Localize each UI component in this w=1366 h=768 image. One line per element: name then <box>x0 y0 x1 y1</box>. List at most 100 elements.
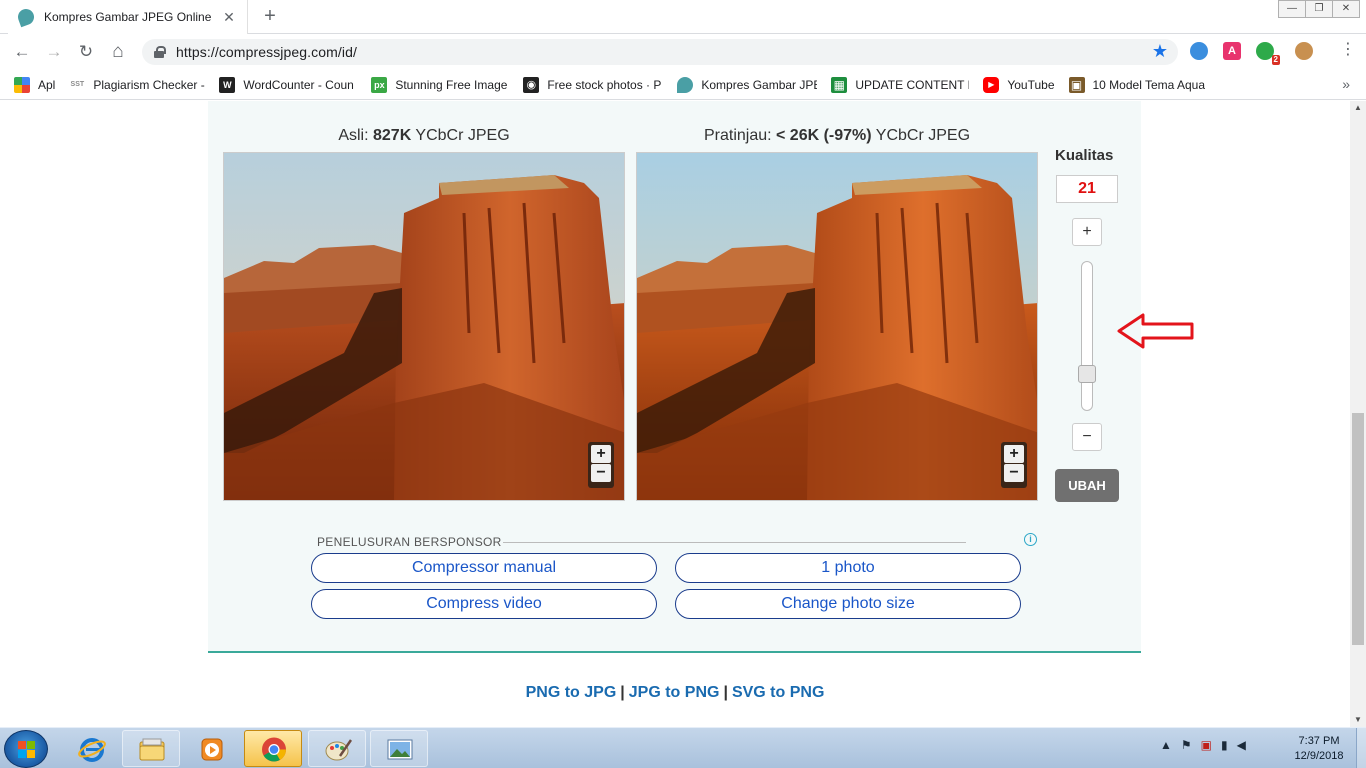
quality-slider-track[interactable] <box>1081 261 1093 411</box>
show-hidden-icons-icon[interactable]: ▲ <box>1160 738 1172 752</box>
camera-icon: ◉ <box>523 76 540 93</box>
clock-date: 12/9/2018 <box>1294 750 1344 762</box>
windows-taskbar: ▲ ⚑ ▣ ▮ ◀ 7:37 PM 12/9/2018 <box>0 727 1366 768</box>
original-image[interactable]: + − <box>223 152 625 501</box>
original-zoom-in-button[interactable]: + <box>591 445 611 463</box>
profile-avatar-icon[interactable] <box>1295 42 1313 60</box>
internet-explorer-icon <box>78 738 106 762</box>
conversion-links: PNG to JPG | JPG to PNG | SVG to PNG <box>525 684 825 701</box>
window-controls: — ❐ ✕ <box>1278 0 1360 18</box>
aquascape-icon: ▣ <box>1068 76 1085 93</box>
ad-1-photo-button[interactable]: 1 photo <box>675 553 1021 583</box>
network-signal-icon[interactable]: ▮ <box>1221 738 1228 752</box>
tab-title: Kompres Gambar JPEG Online <box>44 10 212 24</box>
preview-zoom-in-button[interactable]: + <box>1004 445 1024 463</box>
menu-dots-icon[interactable]: ⋮ <box>1340 42 1356 58</box>
restore-button[interactable]: ❐ <box>1305 0 1333 18</box>
quality-increase-button[interactable]: + <box>1072 218 1102 246</box>
windows-logo-icon <box>18 741 36 759</box>
quality-label: Kualitas <box>1055 147 1114 164</box>
file-explorer-icon <box>139 738 165 761</box>
scroll-thumb[interactable] <box>1352 413 1364 645</box>
back-button[interactable]: ← <box>10 40 34 64</box>
taskbar-file-explorer[interactable] <box>122 730 180 767</box>
apply-quality-button[interactable]: UBAH <box>1055 469 1119 502</box>
sst-icon: SST <box>70 80 85 88</box>
preview-image[interactable]: + − <box>636 152 1038 501</box>
svg-to-png-link[interactable]: SVG to PNG <box>732 684 824 701</box>
sponsored-search-label: PENELUSURAN BERSPONSOR <box>317 535 502 549</box>
bookmarks-overflow-icon[interactable]: » <box>1342 76 1350 92</box>
bookmark-kompres-gambar[interactable]: Kompres Gambar JPE <box>677 76 817 93</box>
tab-kompres-gambar[interactable]: Kompres Gambar JPEG Online ✕ <box>8 0 248 34</box>
start-button[interactable] <box>4 730 48 768</box>
pixabay-icon: px <box>371 76 388 93</box>
leaf-icon <box>15 6 37 28</box>
forward-button[interactable]: → <box>42 40 66 64</box>
clock-time: 7:37 PM <box>1298 735 1340 747</box>
compressor-panel: Asli: 827K YCbCr JPEG + − Pratinjau: < 2… <box>208 101 1141 653</box>
url-text[interactable]: https://compressjpeg.com/id/ <box>176 44 357 60</box>
taskbar-paint[interactable] <box>308 730 366 767</box>
preview-zoom-out-button[interactable]: − <box>1004 464 1024 482</box>
youtube-icon: ▶ <box>983 76 1000 93</box>
star-bookmark-icon[interactable]: ★ <box>1152 41 1168 62</box>
bookmark-youtube[interactable]: ▶ YouTube <box>983 76 1055 93</box>
bookmark-wordcounter[interactable]: W WordCounter - Coun <box>219 76 357 93</box>
bookmark-plagiarism-checker[interactable]: SST Plagiarism Checker - <box>69 77 205 93</box>
scroll-up-icon[interactable]: ▲ <box>1350 101 1366 115</box>
green-extension-icon[interactable]: 2 <box>1256 42 1280 65</box>
bookmark-update-content[interactable]: ▦ UPDATE CONTENT PI <box>831 76 969 93</box>
ad-compressor-manual-button[interactable]: Compressor manual <box>311 553 657 583</box>
address-bar[interactable]: https://compressjpeg.com/id/ ★ <box>142 39 1178 65</box>
red-arrow-annotation-icon <box>1117 313 1194 349</box>
page-scrollbar[interactable]: ▲ ▼ <box>1350 101 1366 727</box>
original-zoom-controls: + − <box>588 442 614 488</box>
butte-preview-photo <box>637 153 1037 500</box>
letter-a-extension-icon[interactable]: A <box>1223 42 1241 60</box>
preview-size: < 26K (-97%) <box>776 127 872 144</box>
jpg-to-png-link[interactable]: JPG to PNG <box>629 684 720 701</box>
media-player-icon <box>201 738 223 761</box>
scroll-down-icon[interactable]: ▼ <box>1350 713 1366 727</box>
extension-badge: 2 <box>1271 55 1280 65</box>
new-tab-button[interactable]: + <box>260 6 280 26</box>
original-zoom-out-button[interactable]: − <box>591 464 611 482</box>
volume-icon[interactable]: ◀ <box>1237 738 1246 752</box>
extensions-area: A 2 <box>1190 42 1328 65</box>
info-icon[interactable]: i <box>1024 533 1037 546</box>
bookmarks-bar: Apl SST Plagiarism Checker - W WordCount… <box>0 70 1366 100</box>
bookmark-apps[interactable]: Apl <box>14 76 55 93</box>
system-tray: ▲ ⚑ ▣ ▮ ◀ <box>1160 738 1255 752</box>
reload-button[interactable]: ↻ <box>74 40 98 64</box>
ad-change-photo-size-button[interactable]: Change photo size <box>675 589 1021 619</box>
paint-icon <box>325 739 352 761</box>
bookmark-pixabay[interactable]: px Stunning Free Image <box>371 76 509 93</box>
sponsored-divider <box>503 542 966 543</box>
browser-toolbar: ← → ↻ ⌂ https://compressjpeg.com/id/ ★ A… <box>0 34 1366 70</box>
original-caption: Asli: 827K YCbCr JPEG <box>338 127 510 144</box>
close-window-button[interactable]: ✕ <box>1332 0 1360 18</box>
taskbar-chrome[interactable] <box>244 730 302 767</box>
security-icon[interactable]: ▣ <box>1201 738 1212 752</box>
ad-compress-video-button[interactable]: Compress video <box>311 589 657 619</box>
taskbar-media-player[interactable] <box>182 730 240 767</box>
bookmark-model-tema-aqua[interactable]: ▣ 10 Model Tema Aqua <box>1068 76 1205 93</box>
png-to-jpg-link[interactable]: PNG to JPG <box>526 684 617 701</box>
bookmark-pexels[interactable]: ◉ Free stock photos · P <box>523 76 663 93</box>
wordcounter-icon: W <box>219 76 236 93</box>
globe-extension-icon[interactable] <box>1190 42 1208 60</box>
minimize-button[interactable]: — <box>1278 0 1306 18</box>
action-center-flag-icon[interactable]: ⚑ <box>1181 738 1192 752</box>
quality-slider-thumb[interactable] <box>1078 365 1096 383</box>
taskbar-clock[interactable]: 7:37 PM 12/9/2018 <box>1284 734 1354 764</box>
taskbar-photo-viewer[interactable] <box>370 730 428 767</box>
taskbar-internet-explorer[interactable] <box>62 730 120 767</box>
chrome-icon <box>262 737 286 762</box>
quality-decrease-button[interactable]: − <box>1072 423 1102 451</box>
show-desktop-button[interactable] <box>1356 728 1366 768</box>
sheets-icon: ▦ <box>831 76 848 93</box>
home-button[interactable]: ⌂ <box>106 40 130 64</box>
quality-value-field[interactable]: 21 <box>1056 175 1118 203</box>
close-tab-icon[interactable]: ✕ <box>221 9 237 26</box>
